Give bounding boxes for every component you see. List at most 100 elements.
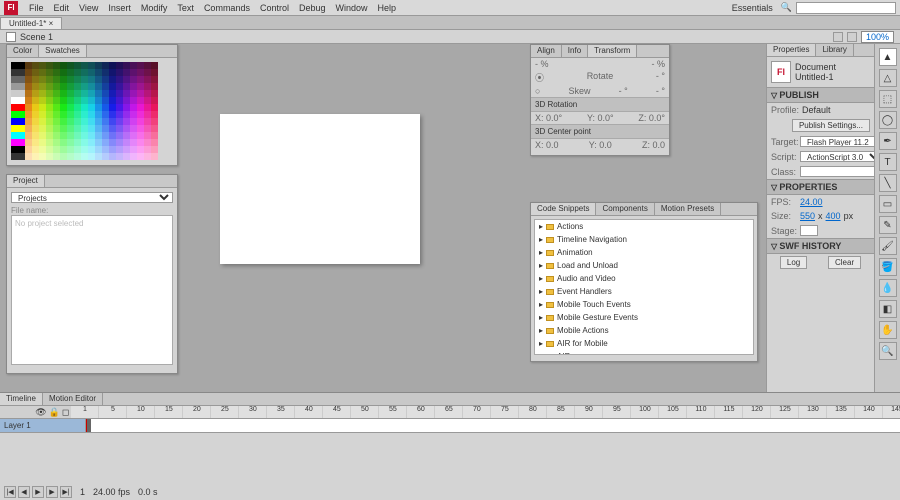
rot3d-x[interactable]: X: 0.0° <box>535 113 562 123</box>
code-folder[interactable]: ▸ Timeline Navigation <box>535 233 753 246</box>
brush-tool[interactable]: 🖌 <box>879 237 897 255</box>
eye-icon[interactable]: 👁 <box>35 407 46 417</box>
pencil-tool[interactable]: ✎ <box>879 216 897 234</box>
publish-header[interactable]: ▽ PUBLISH <box>767 87 874 103</box>
skew-v[interactable]: - ° <box>656 86 665 96</box>
script-select[interactable]: ActionScript 3.0 <box>800 151 883 162</box>
tab-motion-presets[interactable]: Motion Presets <box>655 203 721 215</box>
properties-header[interactable]: ▽ PROPERTIES <box>767 179 874 195</box>
menu-text[interactable]: Text <box>172 3 199 13</box>
zoom-input[interactable]: 100% <box>861 31 894 43</box>
rot3d-y[interactable]: Y: 0.0° <box>587 113 614 123</box>
fps-value[interactable]: 24.00 <box>800 197 823 207</box>
code-folder[interactable]: ▸ Mobile Touch Events <box>535 298 753 311</box>
tab-align[interactable]: Align <box>531 45 562 57</box>
tab-motion-editor[interactable]: Motion Editor <box>43 393 103 405</box>
free-transform-tool[interactable]: ⬚ <box>879 90 897 108</box>
line-tool[interactable]: ╲ <box>879 174 897 192</box>
tab-swatches[interactable]: Swatches <box>39 45 87 57</box>
swatches-grid[interactable] <box>11 62 173 160</box>
rot3d-z[interactable]: Z: 0.0° <box>638 113 665 123</box>
code-folder[interactable]: ▸ Mobile Actions <box>535 324 753 337</box>
code-folder[interactable]: ▸ Animation <box>535 246 753 259</box>
menu-control[interactable]: Control <box>255 3 294 13</box>
rectangle-tool[interactable]: ▭ <box>879 195 897 213</box>
cp3d-z[interactable]: Z: 0.0 <box>642 140 665 150</box>
hand-tool[interactable]: ✋ <box>879 321 897 339</box>
menu-file[interactable]: File <box>24 3 49 13</box>
history-header[interactable]: ▽ SWF HISTORY <box>767 238 874 254</box>
stage-color[interactable] <box>800 225 818 236</box>
size-w[interactable]: 550 <box>800 211 815 221</box>
menu-commands[interactable]: Commands <box>199 3 255 13</box>
play-button[interactable]: ▶ <box>32 486 44 498</box>
tab-project[interactable]: Project <box>7 175 45 187</box>
subselection-tool[interactable]: △ <box>879 69 897 87</box>
log-button[interactable]: Log <box>780 256 807 269</box>
last-frame-button[interactable]: ▶| <box>60 486 72 498</box>
timeline-fps[interactable]: 24.00 fps <box>93 487 130 497</box>
search-input[interactable] <box>796 2 896 14</box>
edit-scene-icon[interactable] <box>833 32 843 42</box>
project-dropdown[interactable]: Projects <box>11 192 173 203</box>
menu-edit[interactable]: Edit <box>49 3 75 13</box>
zoom-tool[interactable]: 🔍 <box>879 342 897 360</box>
properties-panel: Properties Library Fl DocumentUntitled-1… <box>766 44 874 392</box>
workspace-selector[interactable]: Essentials <box>728 3 777 13</box>
cp3d-y[interactable]: Y: 0.0 <box>589 140 612 150</box>
stage-canvas[interactable] <box>220 114 420 264</box>
pen-tool[interactable]: ✒ <box>879 132 897 150</box>
menubar: Fl File Edit View Insert Modify Text Com… <box>0 0 900 16</box>
tab-timeline[interactable]: Timeline <box>0 393 43 405</box>
eraser-tool[interactable]: ◧ <box>879 300 897 318</box>
code-folder[interactable]: ▸ Event Handlers <box>535 285 753 298</box>
code-folder[interactable]: ▸ Audio and Video <box>535 272 753 285</box>
tab-code-snippets[interactable]: Code Snippets <box>531 203 596 215</box>
tab-color[interactable]: Color <box>7 45 39 57</box>
code-folder[interactable]: ▸ Actions <box>535 220 753 233</box>
tab-transform[interactable]: Transform <box>588 45 637 57</box>
timeline-controls: |◀ ◀ ▶ ▶ ▶| 1 24.00 fps 0.0 s <box>4 486 158 498</box>
paint-bucket-tool[interactable]: 🪣 <box>879 258 897 276</box>
rotate-value[interactable]: - ° <box>656 71 665 84</box>
document-tab[interactable]: Untitled-1* × <box>0 17 62 29</box>
clear-button[interactable]: Clear <box>828 256 861 269</box>
skew-h[interactable]: - ° <box>619 86 628 96</box>
current-frame[interactable]: 1 <box>80 487 85 497</box>
prev-frame-button[interactable]: ◀ <box>18 486 30 498</box>
code-folder[interactable]: ▸ Mobile Gesture Events <box>535 311 753 324</box>
tab-library[interactable]: Library <box>816 44 853 56</box>
menu-debug[interactable]: Debug <box>294 3 331 13</box>
menu-help[interactable]: Help <box>373 3 402 13</box>
code-tree[interactable]: ▸ Actions▸ Timeline Navigation▸ Animatio… <box>534 219 754 355</box>
tab-info[interactable]: Info <box>562 45 588 57</box>
timeline-ruler[interactable]: 1510152025303540455055606570758085909510… <box>71 406 900 419</box>
selection-tool[interactable]: ▲ <box>879 48 897 66</box>
edit-symbol-icon[interactable] <box>847 32 857 42</box>
code-folder[interactable]: ▸ AIR <box>535 350 753 355</box>
menu-view[interactable]: View <box>74 3 103 13</box>
menu-insert[interactable]: Insert <box>103 3 136 13</box>
eyedropper-tool[interactable]: 💧 <box>879 279 897 297</box>
code-folder[interactable]: ▸ AIR for Mobile <box>535 337 753 350</box>
tf-height[interactable]: - % <box>652 59 666 69</box>
text-tool[interactable]: T <box>879 153 897 171</box>
stage-label: Stage: <box>771 226 797 236</box>
first-frame-button[interactable]: |◀ <box>4 486 16 498</box>
tf-width[interactable]: - % <box>535 59 549 69</box>
cp3d-x[interactable]: X: 0.0 <box>535 140 559 150</box>
tab-properties[interactable]: Properties <box>767 44 816 56</box>
menu-window[interactable]: Window <box>331 3 373 13</box>
next-frame-button[interactable]: ▶ <box>46 486 58 498</box>
size-h[interactable]: 400 <box>826 211 841 221</box>
playhead[interactable] <box>86 419 87 432</box>
layer-name[interactable]: Layer 1 <box>0 419 86 432</box>
code-folder[interactable]: ▸ Load and Unload <box>535 259 753 272</box>
outline-icon[interactable]: ◻ <box>62 407 69 417</box>
tab-components[interactable]: Components <box>596 203 654 215</box>
lock-icon[interactable]: 🔒 <box>49 407 60 417</box>
publish-settings-button[interactable]: Publish Settings... <box>792 119 870 132</box>
timeline-frames[interactable] <box>86 419 900 432</box>
menu-modify[interactable]: Modify <box>136 3 173 13</box>
lasso-tool[interactable]: ◯ <box>879 111 897 129</box>
